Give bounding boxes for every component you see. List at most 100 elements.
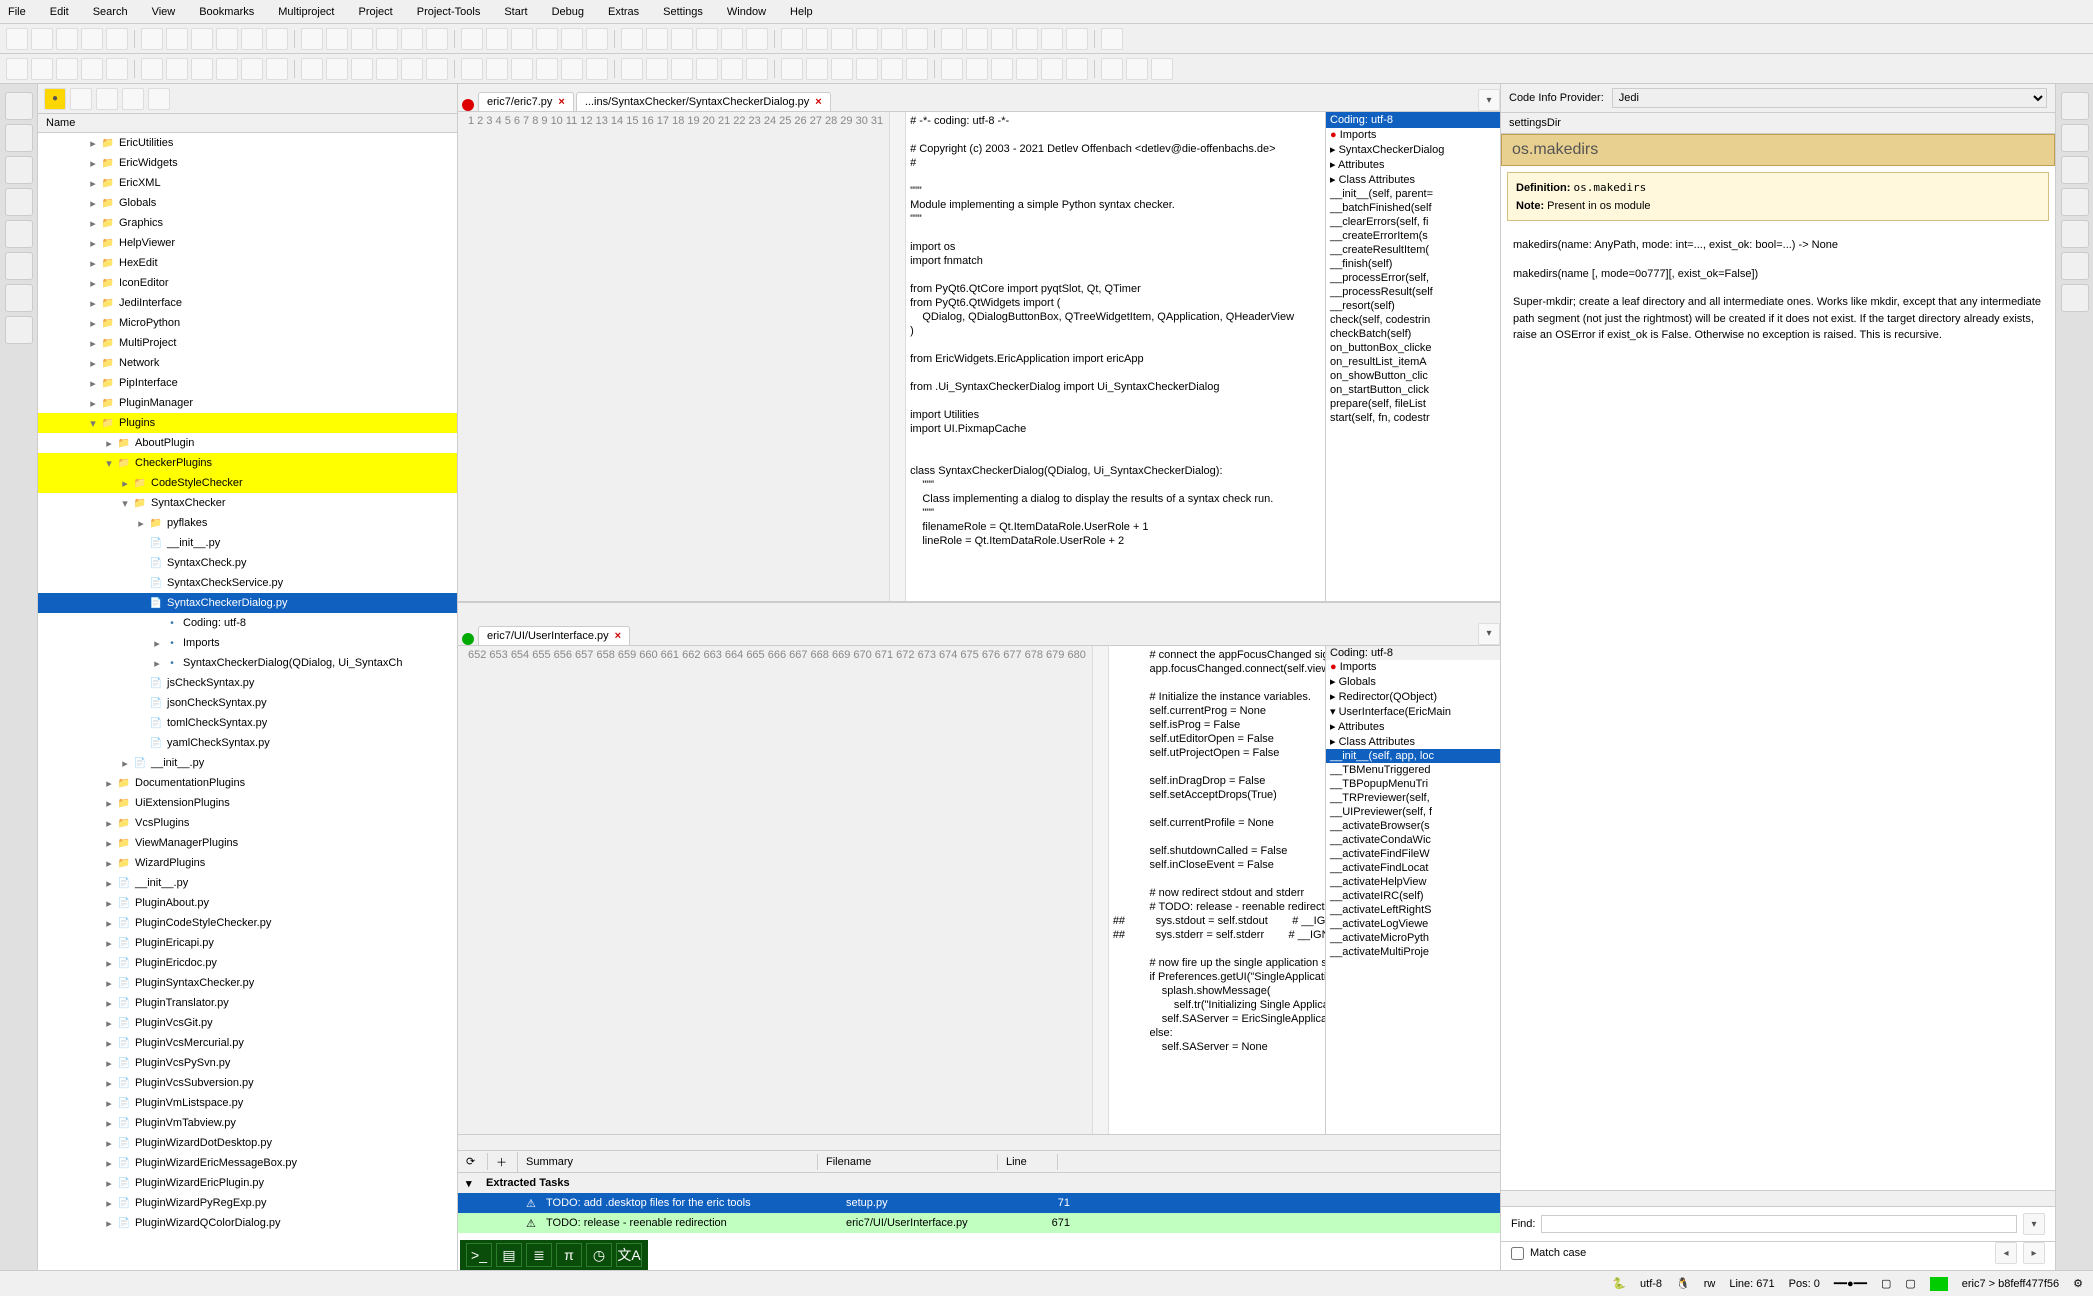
tree-item[interactable]: 📄tomlCheckSyntax.py bbox=[38, 713, 457, 733]
outline-item[interactable]: __UIPreviewer(self, f bbox=[1326, 805, 1500, 819]
toolbar-btn[interactable] bbox=[966, 28, 988, 50]
close-icon[interactable]: × bbox=[615, 630, 621, 642]
close-icon[interactable]: × bbox=[815, 96, 821, 108]
tree-item[interactable]: ▸📁IconEditor bbox=[38, 273, 457, 293]
tree-item[interactable]: ▸📁EricXML bbox=[38, 173, 457, 193]
toolbar-btn[interactable] bbox=[1041, 28, 1063, 50]
tree-item[interactable]: ▸📁ViewManagerPlugins bbox=[38, 833, 457, 853]
expand-icon[interactable]: ▾ bbox=[102, 457, 116, 470]
expand-icon[interactable]: ▸ bbox=[102, 877, 116, 890]
expand-icon[interactable]: ▸ bbox=[102, 977, 116, 990]
find-input[interactable] bbox=[1541, 1215, 2017, 1233]
tree-item[interactable]: ▸📁Network bbox=[38, 353, 457, 373]
code-content[interactable]: # -*- coding: utf-8 -*- # Copyright (c) … bbox=[906, 112, 1325, 601]
menu-file[interactable]: File bbox=[4, 4, 30, 20]
tree-item[interactable]: ▸•SyntaxCheckerDialog(QDialog, Ui_Syntax… bbox=[38, 653, 457, 673]
tree-item[interactable]: ▸📁JediInterface bbox=[38, 293, 457, 313]
zoom-slider[interactable]: ━━●━━ bbox=[1834, 1277, 1867, 1290]
toolbar-btn[interactable] bbox=[106, 58, 128, 80]
expand-icon[interactable]: ▸ bbox=[86, 317, 100, 330]
toolbar-btn[interactable] bbox=[1016, 28, 1038, 50]
close-icon[interactable]: × bbox=[558, 96, 564, 108]
scrollbar[interactable] bbox=[458, 1134, 1500, 1150]
expand-icon[interactable]: ▸ bbox=[86, 177, 100, 190]
toolbar-btn[interactable] bbox=[806, 28, 828, 50]
expand-icon[interactable]: ▸ bbox=[102, 837, 116, 850]
outline-item[interactable]: on_resultList_itemA bbox=[1326, 355, 1500, 369]
expand-icon[interactable]: ▸ bbox=[102, 817, 116, 830]
toolbar-btn[interactable] bbox=[1041, 58, 1063, 80]
menu-help[interactable]: Help bbox=[786, 4, 817, 20]
toolbar-btn[interactable] bbox=[696, 58, 718, 80]
task-row[interactable]: ⚠TODO: add .desktop files for the eric t… bbox=[458, 1193, 1500, 1213]
tree-item[interactable]: ▾📁SyntaxChecker bbox=[38, 493, 457, 513]
menu-view[interactable]: View bbox=[148, 4, 180, 20]
tree-item[interactable]: ▸📁HelpViewer bbox=[38, 233, 457, 253]
toolbar-btn[interactable] bbox=[351, 58, 373, 80]
outline-item[interactable]: __TBMenuTriggered bbox=[1326, 763, 1500, 777]
col-summary[interactable]: Summary bbox=[518, 1154, 818, 1170]
editor2-code[interactable]: 652 653 654 655 656 657 658 659 660 661 … bbox=[458, 646, 1325, 1135]
tree-btn[interactable] bbox=[122, 88, 144, 110]
toolbar-btn[interactable] bbox=[856, 28, 878, 50]
outline-item[interactable]: __activateMultiProje bbox=[1326, 945, 1500, 959]
tree-item[interactable]: ▸•Imports bbox=[38, 633, 457, 653]
tree-item[interactable]: 📄SyntaxCheckerDialog.py bbox=[38, 593, 457, 613]
toolbar-btn[interactable] bbox=[1151, 58, 1173, 80]
expand-icon[interactable]: ▾ bbox=[118, 497, 132, 510]
toolbar-btn[interactable] bbox=[941, 58, 963, 80]
toolbar-btn[interactable] bbox=[486, 28, 508, 50]
tree-item[interactable]: ▸📄__init__.py bbox=[38, 873, 457, 893]
dock-btn[interactable] bbox=[5, 284, 33, 312]
outline-item[interactable]: checkBatch(self) bbox=[1326, 327, 1500, 341]
tree-body[interactable]: ▸📁EricUtilities▸📁EricWidgets▸📁EricXML▸📁G… bbox=[38, 133, 457, 1270]
status-icon[interactable]: ⚙ bbox=[2073, 1277, 2083, 1290]
dock-btn[interactable] bbox=[2061, 156, 2089, 184]
toolbar-btn[interactable] bbox=[426, 58, 448, 80]
toolbar-btn[interactable] bbox=[326, 28, 348, 50]
outline-item[interactable]: ● Imports bbox=[1326, 128, 1500, 142]
outline-item[interactable]: __batchFinished(self bbox=[1326, 201, 1500, 215]
toolbar-btn[interactable] bbox=[81, 58, 103, 80]
dock-btn[interactable] bbox=[5, 92, 33, 120]
outline-item[interactable]: __createErrorItem(s bbox=[1326, 229, 1500, 243]
translate-icon[interactable]: 文A bbox=[616, 1243, 642, 1267]
toolbar-btn[interactable] bbox=[351, 28, 373, 50]
task-row[interactable]: ⚠TODO: release - reenable redirectioneri… bbox=[458, 1213, 1500, 1233]
tree-item[interactable]: ▸📄PluginVcsSubversion.py bbox=[38, 1073, 457, 1093]
toolbar-btn[interactable] bbox=[241, 28, 263, 50]
info-breadcrumb[interactable]: settingsDir bbox=[1501, 113, 2055, 134]
tree-item[interactable]: ▸📁PipInterface bbox=[38, 373, 457, 393]
outline-item[interactable]: __processError(self, bbox=[1326, 271, 1500, 285]
toolbar-btn[interactable] bbox=[906, 28, 928, 50]
outline-item[interactable]: ▸ Class Attributes bbox=[1326, 172, 1500, 187]
menu-debug[interactable]: Debug bbox=[548, 4, 588, 20]
toolbar-btn[interactable] bbox=[56, 58, 78, 80]
expand-icon[interactable]: ▸ bbox=[102, 1137, 116, 1150]
toolbar-btn[interactable] bbox=[806, 58, 828, 80]
provider-select[interactable]: Jedi bbox=[1612, 88, 2047, 108]
menu-multiproject[interactable]: Multiproject bbox=[274, 4, 338, 20]
tree-item[interactable]: ▸📄PluginWizardEricPlugin.py bbox=[38, 1173, 457, 1193]
toolbar-btn[interactable] bbox=[536, 58, 558, 80]
match-case-checkbox[interactable] bbox=[1511, 1247, 1524, 1260]
tabs-menu-icon[interactable]: ▾ bbox=[1478, 623, 1500, 645]
toolbar-btn[interactable] bbox=[746, 28, 768, 50]
outline-item[interactable]: __activateFindFileW bbox=[1326, 847, 1500, 861]
expand-icon[interactable]: ▸ bbox=[102, 997, 116, 1010]
menu-window[interactable]: Window bbox=[723, 4, 770, 20]
outline-item[interactable]: __createResultItem( bbox=[1326, 243, 1500, 257]
expand-icon[interactable]: ▸ bbox=[102, 1037, 116, 1050]
toolbar-btn[interactable] bbox=[216, 28, 238, 50]
outline-item[interactable]: __finish(self) bbox=[1326, 257, 1500, 271]
toolbar-btn[interactable] bbox=[141, 58, 163, 80]
find-next-icon[interactable]: ▸ bbox=[2023, 1242, 2045, 1264]
editor2-outline[interactable]: Coding: utf-8 ● Imports▸ Globals▸ Redire… bbox=[1325, 646, 1500, 1135]
expand-icon[interactable]: ▸ bbox=[86, 197, 100, 210]
toolbar-btn[interactable] bbox=[1101, 58, 1123, 80]
expand-icon[interactable]: ▸ bbox=[134, 517, 148, 530]
expand-icon[interactable]: ▸ bbox=[86, 237, 100, 250]
toolbar-btn[interactable] bbox=[56, 28, 78, 50]
tree-btn[interactable] bbox=[70, 88, 92, 110]
tree-item[interactable]: ▸📁Graphics bbox=[38, 213, 457, 233]
